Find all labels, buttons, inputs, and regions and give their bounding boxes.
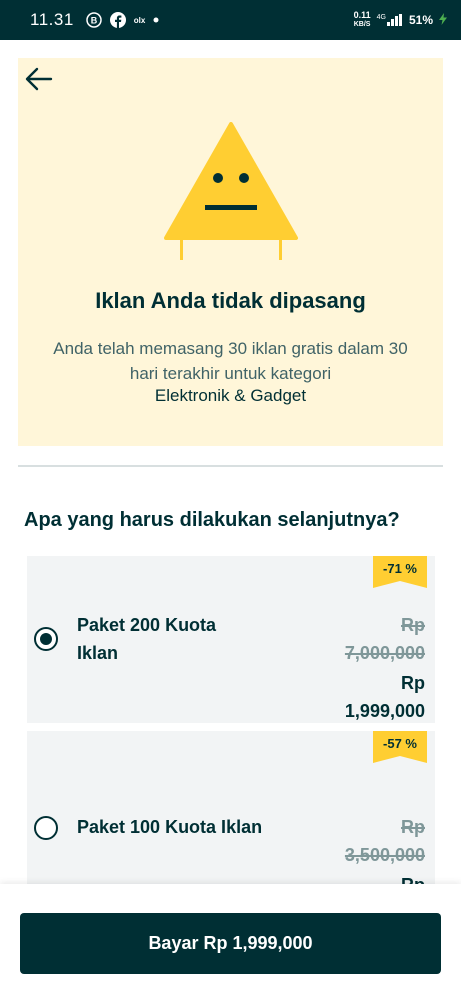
signal-icon: 4G: [377, 14, 403, 26]
olx-icon: olx: [133, 15, 146, 25]
discount-badge: -71 %: [373, 556, 427, 588]
package-option-200[interactable]: -71 % Paket 200 Kuota Iklan Rp 7,000,000…: [27, 556, 435, 723]
hero-description: Anda telah memasang 30 iklan gratis dala…: [53, 339, 408, 383]
package-name: Paket 100 Kuota Iklan: [77, 813, 262, 841]
divider: [18, 465, 443, 467]
net-speed-unit: KB/S: [353, 21, 371, 28]
hero-panel: Iklan Anda tidak dipasang Anda telah mem…: [18, 58, 443, 446]
battery-level: 51%: [408, 13, 433, 27]
package-name: Paket 200 Kuota Iklan: [77, 611, 216, 667]
bottom-bar: Bayar Rp 1,999,000: [0, 884, 461, 1000]
svg-text:B: B: [91, 16, 98, 26]
old-price: 3,500,000: [344, 845, 425, 865]
signal-label: 4G: [376, 14, 386, 21]
new-price: 1,999,000: [344, 701, 425, 721]
status-bar: 11.31 B olx 0.11 KB/S 4G 51%: [0, 0, 461, 40]
dot-icon: [153, 17, 159, 23]
charging-icon: [439, 12, 447, 28]
pay-button[interactable]: Bayar Rp 1,999,000: [20, 913, 441, 974]
package-radio-200[interactable]: [34, 627, 58, 651]
b-badge-icon: B: [86, 12, 102, 28]
discount-badge: -57 %: [373, 731, 427, 763]
status-time: 11.31: [30, 10, 74, 29]
net-speed: 0.11 KB/S: [354, 11, 371, 29]
package-price: Rp 7,000,000 Rp 1,999,000: [345, 611, 425, 725]
warning-sign-icon: [164, 122, 298, 267]
old-price-currency: Rp: [401, 615, 425, 635]
status-right: 0.11 KB/S 4G 51%: [354, 11, 447, 29]
package-name-line1: Paket 100 Kuota Iklan: [77, 817, 263, 837]
hero-title: Iklan Anda tidak dipasang: [95, 288, 366, 313]
package-name-line2: Iklan: [77, 643, 119, 663]
net-speed-value: 0.11: [353, 10, 371, 20]
hero-category: Elektronik & Gadget: [154, 386, 307, 405]
old-price: 7,000,000: [344, 643, 425, 663]
package-name-line1: Paket 200 Kuota: [77, 615, 217, 635]
new-price-currency: Rp: [401, 673, 425, 693]
package-option-100[interactable]: -57 % Paket 100 Kuota Iklan Rp 3,500,000…: [27, 731, 435, 895]
package-radio-100[interactable]: [34, 816, 58, 840]
question-heading: Apa yang harus dilakukan selanjutnya?: [24, 509, 400, 531]
back-button[interactable]: [22, 62, 56, 96]
facebook-icon: [109, 12, 126, 28]
back-arrow-icon: [25, 67, 53, 91]
old-price-currency: Rp: [401, 817, 425, 837]
